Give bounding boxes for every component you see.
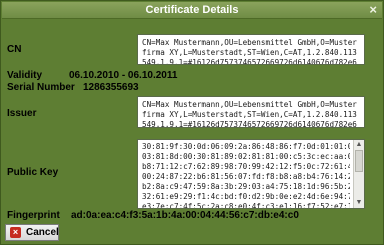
serial-number-value: 1286355693 — [83, 82, 139, 93]
dialog-title: Certificate Details — [145, 4, 239, 16]
public-key-line: 30:81:9f:30:0d:06:09:2a:86:48:86:f7:0d:0… — [142, 142, 350, 151]
cn-field[interactable]: CN=Max Mustermann,OU=Lebensmittel GmbH,O… — [137, 34, 365, 65]
scroll-down-icon[interactable]: ▼ — [355, 199, 363, 207]
serial-number-label: Serial Number — [7, 82, 75, 93]
public-key-line: 03:81:8d:00:30:81:89:02:81:81:00:c5:3c:e… — [142, 152, 350, 161]
public-key-scrollbar[interactable]: ▲ ▼ — [353, 140, 364, 208]
cancel-label: Cancel — [26, 227, 59, 238]
fingerprint-value: ad:0a:ea:c4:f3:5a:1b:4a:00:04:44:56:c7:d… — [71, 210, 299, 221]
cancel-icon: × — [10, 227, 21, 238]
public-key-line: b2:8a:c9:47:59:8a:3b:29:03:a4:75:18:1d:9… — [142, 182, 350, 191]
validity-label: Validity — [7, 70, 43, 81]
validity-value: 06.10.2010 - 06.10.2011 — [69, 70, 178, 81]
public-key-text: 30:81:9f:30:0d:06:09:2a:86:48:86:f7:0d:0… — [142, 142, 350, 208]
dialog-titlebar: Certificate Details × — [2, 2, 382, 19]
public-key-label: Public Key — [7, 167, 59, 178]
cn-label: CN — [7, 44, 22, 55]
public-key-field[interactable]: 30:81:9f:30:0d:06:09:2a:86:48:86:f7:0d:0… — [137, 139, 365, 209]
cancel-button[interactable]: × Cancel — [5, 224, 59, 241]
close-icon[interactable]: × — [369, 2, 377, 17]
scrollbar-thumb[interactable] — [355, 150, 363, 172]
fingerprint-label: Fingerprint — [7, 210, 60, 221]
scroll-up-icon[interactable]: ▲ — [355, 141, 363, 149]
issuer-field[interactable]: CN=Max Mustermann,OU=Lebensmittel GmbH,O… — [137, 96, 365, 128]
public-key-line: 32:61:e9:29:f1:4c:bd:f0:d2:9b:0e:e2:4d:6… — [142, 192, 350, 201]
public-key-line: 00:24:87:22:b6:81:56:07:fd:f8:b8:a8:b4:7… — [142, 172, 350, 181]
certificate-details-dialog: Certificate Details × CN CN=Max Musterma… — [0, 0, 384, 245]
public-key-line: e3:7e:c7:4f:5c:2a:c8:e0:4f:c3:e1:16:f7:5… — [142, 202, 350, 208]
public-key-line: b8:71:12:c7:62:89:98:70:99:42:12:f5:0c:7… — [142, 162, 350, 171]
issuer-label: Issuer — [7, 108, 37, 119]
